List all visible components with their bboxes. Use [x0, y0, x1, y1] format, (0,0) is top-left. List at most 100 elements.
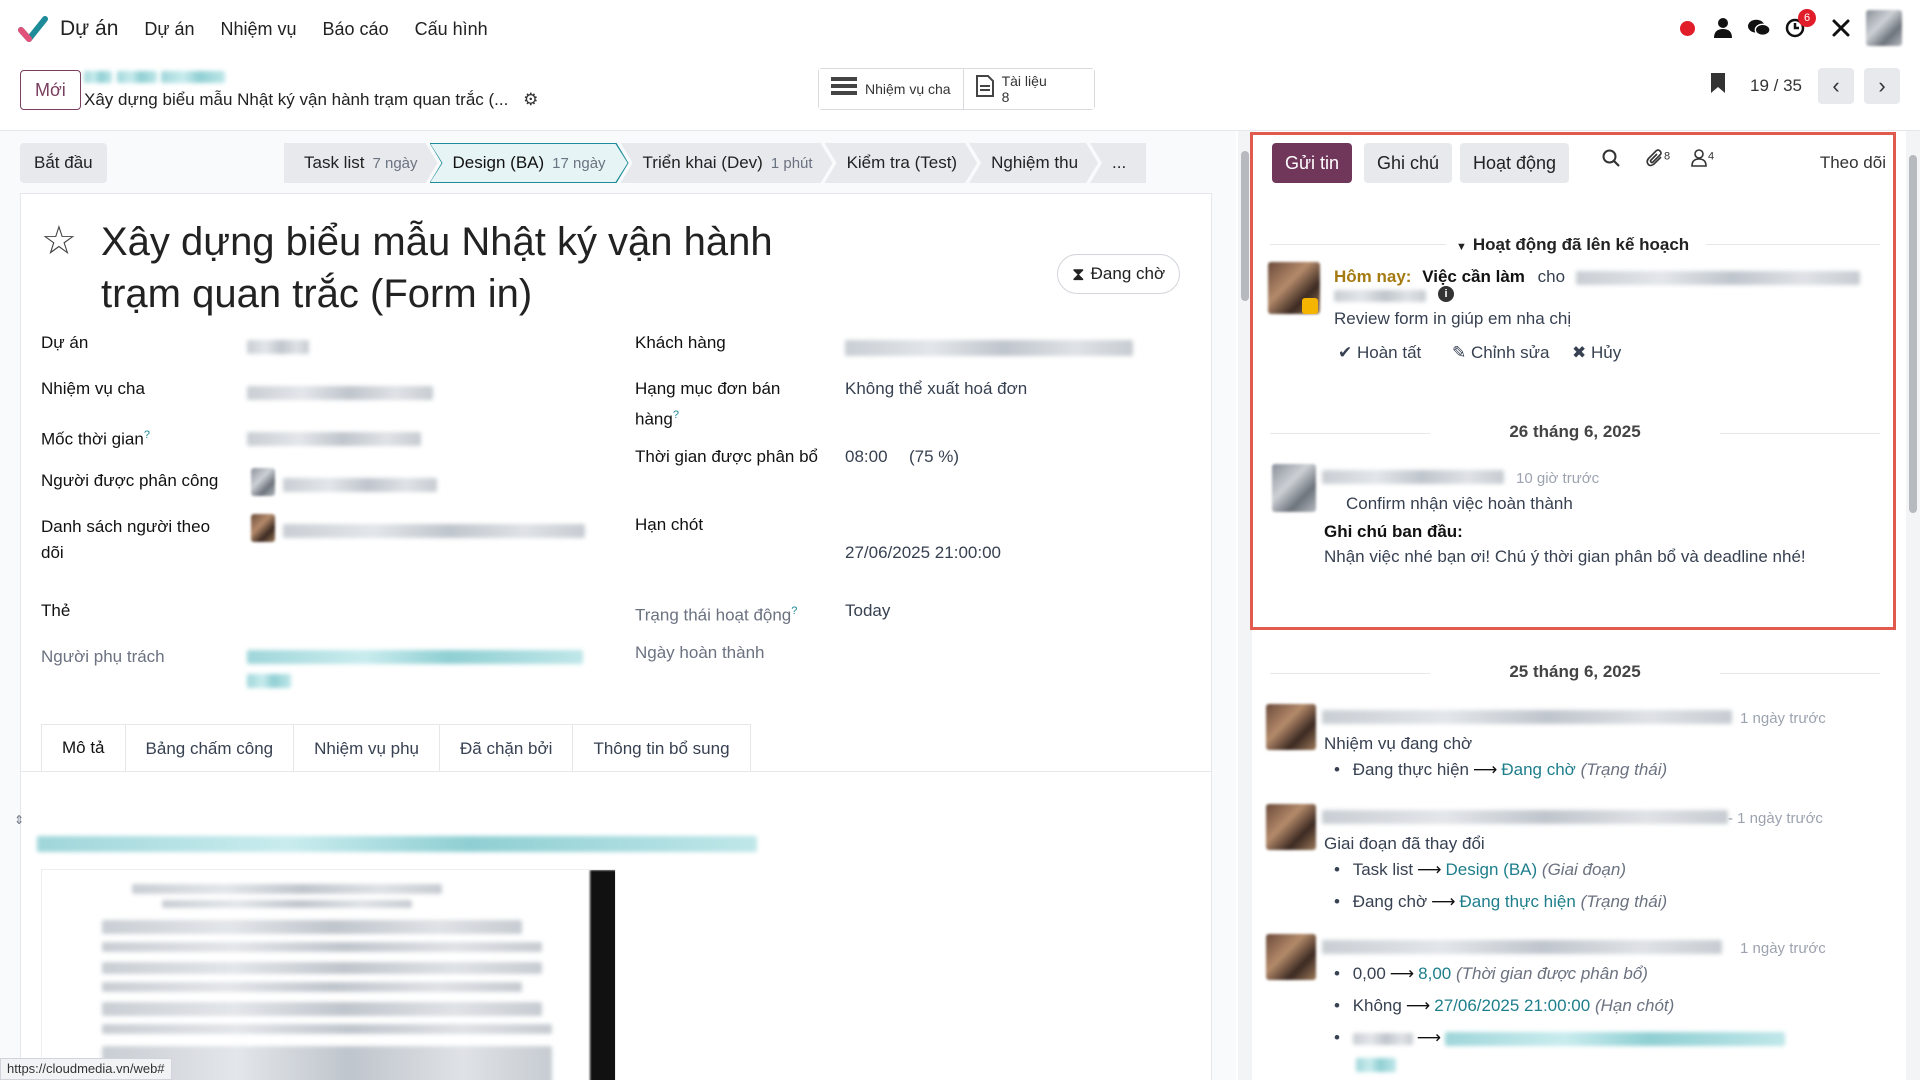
- documents-count: 8: [1001, 89, 1010, 105]
- status-dot-icon[interactable]: [1676, 17, 1698, 39]
- start-button[interactable]: Bắt đầu: [20, 143, 107, 183]
- parent-task-smart-button[interactable]: Nhiệm vụ cha: [819, 69, 964, 109]
- followers-value[interactable]: [283, 524, 585, 538]
- project-value[interactable]: [247, 340, 309, 354]
- message-author-avatar: [1266, 704, 1316, 750]
- attachments-icon[interactable]: 8: [1646, 149, 1670, 173]
- document-icon: [975, 75, 994, 103]
- pager-previous-button[interactable]: ‹: [1818, 68, 1854, 104]
- form-scrollbar[interactable]: [1238, 131, 1252, 1080]
- tasks-list-icon: [831, 76, 857, 102]
- user-icon[interactable]: [1712, 17, 1734, 39]
- original-note-text: Nhận việc nhé bạn ơi! Chú ý thời gian ph…: [1324, 547, 1806, 566]
- tab-description[interactable]: Mô tả: [41, 724, 126, 772]
- info-icon[interactable]: i: [1438, 286, 1454, 302]
- tracking-change: • Đang chờ ⟶ Đang thực hiện (Trạng thái): [1334, 892, 1668, 911]
- activity-edit-button[interactable]: ✎ Chỉnh sửa: [1452, 340, 1549, 366]
- search-icon[interactable]: [1602, 149, 1620, 173]
- message-author: [1322, 710, 1732, 724]
- activity-done-button[interactable]: ✔ Hoàn tất: [1338, 340, 1421, 366]
- new-button[interactable]: Mới: [20, 70, 81, 110]
- stage-label: Design (BA): [452, 153, 545, 172]
- stage-duration: 1 phút: [770, 154, 813, 172]
- responsible-value[interactable]: [247, 650, 583, 664]
- gear-icon[interactable]: ⚙: [523, 90, 538, 110]
- breadcrumb[interactable]: [84, 66, 226, 86]
- customer-label: Khách hàng: [635, 333, 726, 352]
- systray: 6: [1676, 9, 1902, 46]
- stage-more[interactable]: ...: [1090, 143, 1147, 183]
- times-icon: ✖: [1572, 343, 1587, 362]
- done-date-label: Ngày hoàn thành: [635, 643, 765, 662]
- pager-value[interactable]: 19 / 35: [1750, 76, 1802, 96]
- tab-subtasks[interactable]: Nhiệm vụ phụ: [293, 724, 441, 772]
- state-selector[interactable]: ⧗ Đang chờ: [1057, 254, 1181, 294]
- documents-smart-button[interactable]: Tài liệu 8: [963, 69, 1094, 109]
- parent-task-value[interactable]: [247, 386, 433, 400]
- planned-activities-toggle[interactable]: ▼ Hoạt động đã lên kế hoạch: [1456, 232, 1689, 260]
- stage-label: Triển khai (Dev): [642, 153, 763, 172]
- log-note-button[interactable]: Ghi chú: [1364, 143, 1453, 183]
- assignee-value[interactable]: [283, 478, 437, 492]
- stage-statusbar: Task list 7 ngày Design (BA) 17 ngày Tri…: [284, 143, 1147, 183]
- activity-button[interactable]: Hoạt động: [1460, 143, 1570, 183]
- project-app-logo-icon[interactable]: [18, 14, 48, 44]
- star-icon[interactable]: ☆: [41, 218, 77, 264]
- todo-badge-icon: [1302, 298, 1318, 314]
- deadline-value[interactable]: 27/06/2025 21:00:00: [845, 540, 1001, 566]
- stage-label: Kiểm tra (Test): [846, 153, 958, 172]
- app-name[interactable]: Dự án: [60, 17, 118, 41]
- stage-acceptance[interactable]: Nghiệm thu: [969, 143, 1098, 183]
- menu-configuration[interactable]: Cấu hình: [415, 19, 488, 40]
- stage-label: ...: [1112, 153, 1127, 172]
- smart-buttons: Nhiệm vụ cha Tài liệu 8: [818, 68, 1095, 110]
- description-link[interactable]: [37, 836, 757, 852]
- send-message-button[interactable]: Gửi tin: [1272, 143, 1353, 183]
- sale-line-value[interactable]: Không thể xuất hoá đơn: [845, 376, 1027, 402]
- original-note-label: Ghi chú ban đầu:: [1324, 522, 1463, 541]
- allocated-time-value[interactable]: 08:00: [845, 444, 888, 470]
- pencil-icon: ✎: [1452, 343, 1467, 362]
- milestone-value[interactable]: [247, 432, 421, 446]
- message-body: Confirm nhận việc hoàn thành: [1346, 494, 1573, 513]
- customer-value[interactable]: [845, 340, 1133, 356]
- task-title[interactable]: Xây dựng biểu mẫu Nhật ký vận hành trạm …: [101, 216, 861, 320]
- planned-divider-right: [1706, 244, 1880, 245]
- followers-count: 4: [1708, 150, 1715, 163]
- debug-tools-icon[interactable]: [1830, 17, 1852, 39]
- pager: 19 / 35 ‹ ›: [1710, 68, 1900, 104]
- activity-count-badge: 6: [1798, 9, 1816, 27]
- stage-test[interactable]: Kiểm tra (Test): [825, 143, 978, 183]
- activity-cancel-button[interactable]: ✖ Hủy: [1572, 340, 1621, 366]
- stage-dev[interactable]: Triển khai (Dev) 1 phút: [621, 143, 833, 183]
- caret-down-icon: ▼: [1456, 241, 1467, 253]
- resize-handle-icon[interactable]: ⇕: [14, 813, 24, 827]
- chat-bubbles-icon[interactable]: [1748, 17, 1770, 39]
- responsible-label: Người phụ trách: [41, 647, 165, 666]
- tracking-change: • Không ⟶ 27/06/2025 21:00:00 (Hạn chót): [1334, 996, 1675, 1015]
- menu-tasks[interactable]: Nhiệm vụ: [221, 19, 297, 40]
- chatter-scrollbar[interactable]: [1906, 131, 1920, 1080]
- follow-button[interactable]: Theo dõi: [1820, 153, 1886, 173]
- message-author: [1322, 810, 1728, 824]
- stage-task-list[interactable]: Task list 7 ngày: [284, 143, 438, 183]
- activity-clock-icon[interactable]: 6: [1784, 9, 1816, 39]
- planned-divider-left: [1270, 244, 1446, 245]
- menu-reports[interactable]: Báo cáo: [323, 19, 389, 40]
- breadcrumb-current-title: Xây dựng biểu mẫu Nhật ký vận hành trạm …: [84, 90, 509, 109]
- tab-extra-info[interactable]: Thông tin bổ sung: [572, 724, 751, 772]
- activity-summary: Review form in giúp em nha chị: [1334, 309, 1572, 328]
- responsible-value-line2: [247, 674, 291, 688]
- stage-design-ba[interactable]: Design (BA) 17 ngày: [430, 143, 629, 183]
- pager-next-button[interactable]: ›: [1864, 68, 1900, 104]
- message-title: Nhiệm vụ đang chờ: [1324, 734, 1473, 753]
- tab-blocked-by[interactable]: Đã chặn bởi: [439, 724, 574, 772]
- menu-projects[interactable]: Dự án: [144, 19, 194, 40]
- tab-timesheets[interactable]: Bảng chấm công: [124, 724, 295, 772]
- planned-activity-line: Hôm nay: Việc cần làm cho: [1334, 264, 1860, 290]
- control-panel: Mới Xây dựng biểu mẫu Nhật ký vận hành t…: [0, 62, 1920, 126]
- user-avatar[interactable]: [1866, 10, 1902, 46]
- bookmark-icon[interactable]: [1710, 72, 1726, 100]
- tracking-change: • Đang thực hiện ⟶ Đang chờ (Trạng thái): [1334, 760, 1668, 779]
- followers-icon[interactable]: 4: [1690, 149, 1714, 173]
